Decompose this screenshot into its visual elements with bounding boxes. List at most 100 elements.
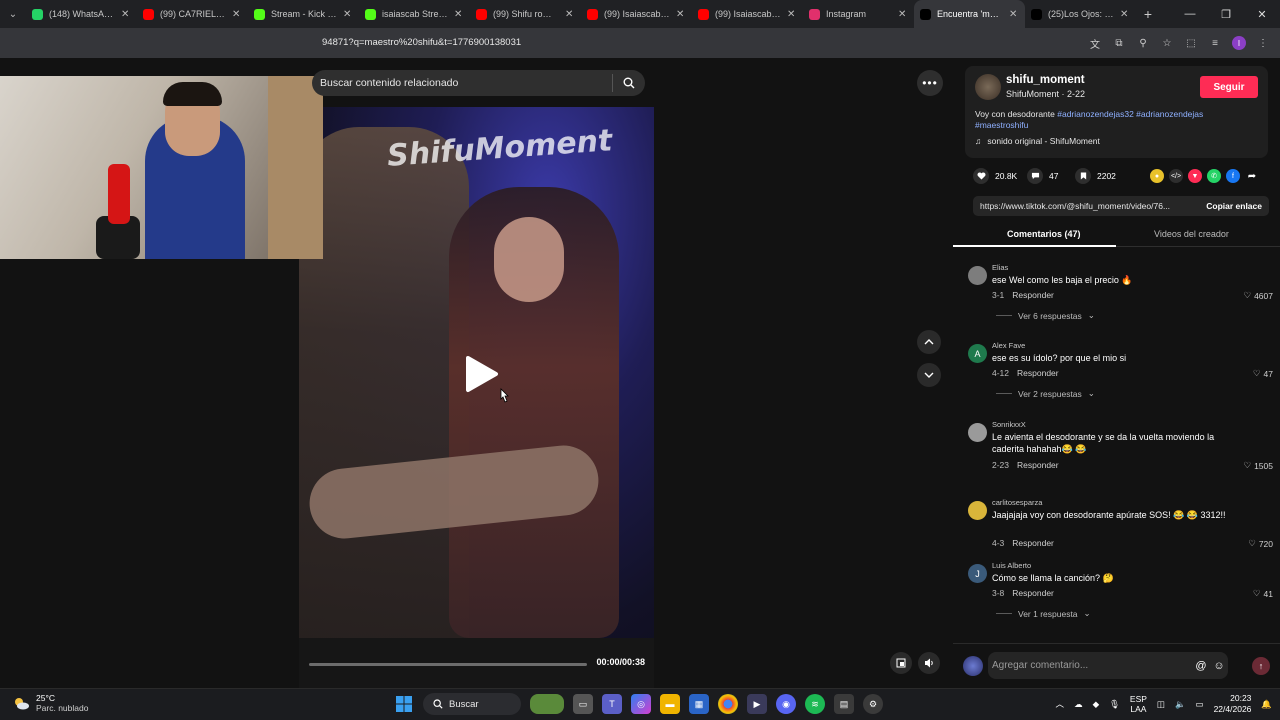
comment-avatar[interactable] <box>968 501 987 520</box>
tab-comments[interactable]: Comentarios (47) <box>1007 229 1081 239</box>
browser-tab[interactable]: (25)Los Ojos: La P ✕ <box>1025 0 1136 28</box>
tab-close-icon[interactable]: ✕ <box>454 9 464 20</box>
clock[interactable]: 20:23 22/4/2026 <box>1214 693 1252 715</box>
hashtag[interactable]: #adrianozendejas <box>1136 109 1203 119</box>
browser-tab[interactable]: (99) Shifu rompe ✕ <box>470 0 581 28</box>
share-arrow-icon[interactable]: ➦ <box>1245 169 1259 183</box>
notifications-bell-icon[interactable]: 🔔 <box>1261 699 1272 710</box>
browser-tab[interactable]: (148) WhatsApp B ✕ <box>26 0 137 28</box>
media-control-icon[interactable]: ≡ <box>1208 36 1222 50</box>
heart-icon[interactable]: ♡ <box>1248 538 1256 549</box>
comment-input[interactable]: Agregar comentario... @ ☺ <box>988 652 1228 679</box>
install-app-icon[interactable]: ⧉ <box>1112 36 1126 50</box>
browser-tab[interactable]: Instagram ✕ <box>803 0 914 28</box>
tab-search-icon[interactable]: ⌄ <box>0 0 26 28</box>
comment-username[interactable]: carlitosesparza <box>992 498 1042 507</box>
previous-video-chevron-up-icon[interactable] <box>917 330 941 354</box>
embed-code-icon[interactable]: </> <box>1169 169 1183 183</box>
tab-close-icon[interactable]: ✕ <box>676 9 686 20</box>
tab-close-icon[interactable]: ✕ <box>787 9 797 20</box>
tab-close-icon[interactable]: ✕ <box>1120 9 1130 20</box>
next-video-chevron-down-icon[interactable] <box>917 363 941 387</box>
chrome-icon[interactable] <box>718 694 738 714</box>
store-icon[interactable]: ▦ <box>689 694 709 714</box>
video-player[interactable]: ShifuMoment <box>299 107 654 638</box>
extensions-icon[interactable]: ⬚ <box>1184 36 1198 50</box>
tab-close-icon[interactable]: ✕ <box>565 9 575 20</box>
reply-button[interactable]: Responder <box>1012 538 1054 548</box>
tray-chevron-up-icon[interactable]: ︿ <box>1056 698 1065 710</box>
teams-icon[interactable]: T <box>602 694 622 714</box>
comment-like[interactable]: ♡ 720 <box>1248 538 1273 549</box>
network-icon[interactable]: ◫ <box>1157 699 1165 710</box>
related-search-input[interactable]: Buscar contenido relacionado <box>312 77 612 89</box>
minimize-icon[interactable]: — <box>1172 0 1208 28</box>
language-indicator[interactable]: ESP LAA <box>1130 694 1147 714</box>
comment-icon[interactable] <box>1027 168 1043 184</box>
url-field[interactable]: 94871?q=maestro%20shifu&t=1776900138031 <box>322 37 521 48</box>
calculator-icon[interactable]: ▤ <box>834 694 854 714</box>
comment-username[interactable]: Luis Alberto <box>992 561 1031 570</box>
tab-close-icon[interactable]: ✕ <box>1009 9 1019 20</box>
close-window-icon[interactable]: ✕ <box>1244 0 1280 28</box>
floating-player-icon[interactable] <box>890 652 912 674</box>
reply-button[interactable]: Responder <box>1012 588 1054 598</box>
creator-username[interactable]: shifu_moment <box>1006 74 1085 86</box>
comment-username[interactable]: Alex Fave <box>992 341 1025 350</box>
send-arrow-icon[interactable]: ↑ <box>1252 657 1270 675</box>
translate-icon[interactable]: 文 <box>1088 36 1102 51</box>
media-app-icon[interactable]: ▶ <box>747 694 767 714</box>
facebook-icon[interactable]: f <box>1226 169 1240 183</box>
send-friend-icon[interactable]: ▼ <box>1188 169 1202 183</box>
comment-avatar[interactable] <box>968 423 987 442</box>
profile-avatar[interactable]: I <box>1232 36 1246 50</box>
play-icon[interactable] <box>462 354 502 394</box>
tab-close-icon[interactable]: ✕ <box>898 9 908 20</box>
zoom-icon[interactable]: ⚲ <box>1136 36 1150 50</box>
creator-avatar[interactable] <box>975 74 1001 100</box>
video-progress-bar[interactable] <box>309 663 587 666</box>
coin-icon[interactable]: ● <box>1150 169 1164 183</box>
search-icon[interactable] <box>613 77 645 89</box>
heart-icon[interactable]: ♡ <box>1243 460 1251 471</box>
whatsapp-icon[interactable]: ✆ <box>1207 169 1221 183</box>
comment-like[interactable]: ♡ 4607 <box>1243 290 1273 301</box>
security-icon[interactable]: ◆ <box>1093 699 1100 710</box>
bookmark-icon[interactable] <box>1075 168 1091 184</box>
reply-button[interactable]: Responder <box>1012 290 1054 300</box>
comment-username[interactable]: Elias <box>992 263 1008 272</box>
tab-close-icon[interactable]: ✕ <box>343 9 353 20</box>
emoji-icon[interactable]: ☺ <box>1210 660 1228 672</box>
reply-button[interactable]: Responder <box>1017 368 1059 378</box>
browser-tab[interactable]: isaiascab Stream ✕ <box>359 0 470 28</box>
browser-tab[interactable]: Stream - Kick Da ✕ <box>248 0 359 28</box>
weather-widget[interactable]: 25°C Parc. nublado <box>12 693 88 713</box>
video-link[interactable]: https://www.tiktok.com/@shifu_moment/vid… <box>973 201 1199 211</box>
file-explorer-icon[interactable]: ▬ <box>660 694 680 714</box>
restore-icon[interactable]: ❐ <box>1208 0 1244 28</box>
browser-tab[interactable]: (99) Isaiascab - Yo ✕ <box>692 0 803 28</box>
hashtag[interactable]: #adrianozendejas32 <box>1057 109 1134 119</box>
discord-icon[interactable]: ◉ <box>776 694 796 714</box>
menu-kebab-icon[interactable]: ⋮ <box>1256 36 1270 50</box>
tab-creator-videos[interactable]: Videos del creador <box>1154 229 1229 239</box>
bookmark-star-icon[interactable]: ☆ <box>1160 36 1174 50</box>
spotify-icon[interactable]: ≋ <box>805 694 825 714</box>
comment-like[interactable]: ♡ 41 <box>1253 588 1273 599</box>
microphone-icon[interactable]: 🎙 <box>1109 699 1120 710</box>
comment-avatar[interactable]: J <box>968 564 987 583</box>
heart-icon[interactable]: ♡ <box>1253 368 1261 379</box>
comment-username[interactable]: SonrikxxX <box>992 420 1026 429</box>
sound-link[interactable]: ♫ sonido original - ShifuMoment <box>975 136 1100 146</box>
view-replies-button[interactable]: Ver 6 respuestas ⌄ <box>996 310 1095 321</box>
view-replies-button[interactable]: Ver 2 respuestas ⌄ <box>996 388 1095 399</box>
browser-tab[interactable]: (99) Isaiascab - Yo ✕ <box>581 0 692 28</box>
widget-game-icon[interactable] <box>530 694 564 714</box>
volume-icon[interactable] <box>918 652 940 674</box>
related-search-bar[interactable]: Buscar contenido relacionado <box>312 70 645 96</box>
start-windows-icon[interactable] <box>394 694 414 714</box>
comment-avatar[interactable]: A <box>968 344 987 363</box>
follow-button[interactable]: Seguir <box>1200 76 1258 98</box>
tab-close-icon[interactable]: ✕ <box>232 9 242 20</box>
reply-button[interactable]: Responder <box>1017 460 1059 470</box>
